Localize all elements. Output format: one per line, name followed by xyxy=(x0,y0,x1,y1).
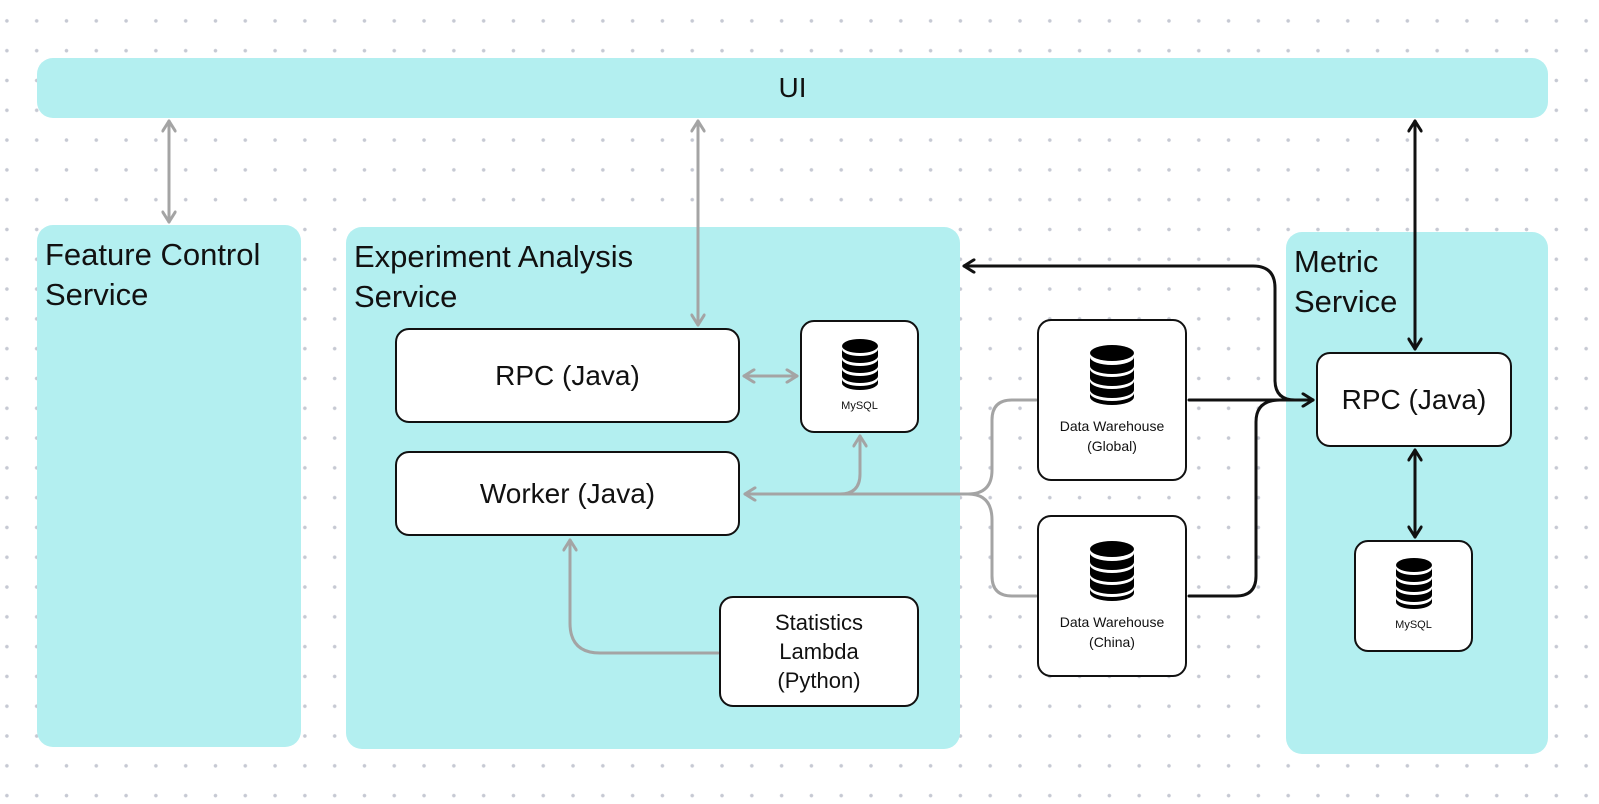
metric-rpc-java-node[interactable]: RPC (Java) xyxy=(1316,352,1512,447)
eas-mysql-label: MySQL xyxy=(841,399,878,412)
connector-dw-china-metric-rpc xyxy=(1187,398,1282,598)
database-icon xyxy=(841,338,878,390)
eas-mysql-node[interactable]: MySQL xyxy=(800,320,919,433)
metric-mysql-node[interactable]: MySQL xyxy=(1354,540,1473,652)
data-warehouse-global-label: Data Warehouse (Global) xyxy=(1059,418,1165,454)
data-warehouse-global-node[interactable]: Data Warehouse (Global) xyxy=(1037,319,1187,481)
worker-java-label: Worker (Java) xyxy=(479,477,656,509)
metric-service-title: Metric Service xyxy=(1294,244,1398,319)
feature-control-service-title: Feature Control Service xyxy=(45,237,261,312)
ui-label: UI xyxy=(778,72,807,103)
database-icon xyxy=(1090,541,1134,601)
experiment-analysis-service-title: Experiment Analysis Service xyxy=(354,239,634,314)
connector-dw-china-worker xyxy=(966,492,1038,598)
statistics-lambda-node[interactable]: Statistics Lambda (Python) xyxy=(719,596,919,707)
statistics-lambda-label: Statistics Lambda (Python) xyxy=(774,610,864,693)
metric-mysql-label: MySQL xyxy=(1395,619,1432,631)
data-warehouse-china-node[interactable]: Data Warehouse (China) xyxy=(1037,515,1187,677)
worker-java-node[interactable]: Worker (Java) xyxy=(395,451,740,536)
data-warehouse-china-label: Data Warehouse (China) xyxy=(1059,614,1165,650)
database-icon xyxy=(1090,345,1134,405)
eas-rpc-java-node[interactable]: RPC (Java) xyxy=(395,328,740,423)
eas-rpc-java-label: RPC (Java) xyxy=(495,359,640,391)
ui-layer[interactable]: UI xyxy=(37,58,1548,118)
feature-control-service-region[interactable]: Feature Control Service xyxy=(37,225,301,747)
metric-service-region[interactable]: Metric Service xyxy=(1286,232,1548,754)
database-icon xyxy=(1395,558,1432,609)
metric-rpc-java-label: RPC (Java) xyxy=(1341,383,1487,415)
